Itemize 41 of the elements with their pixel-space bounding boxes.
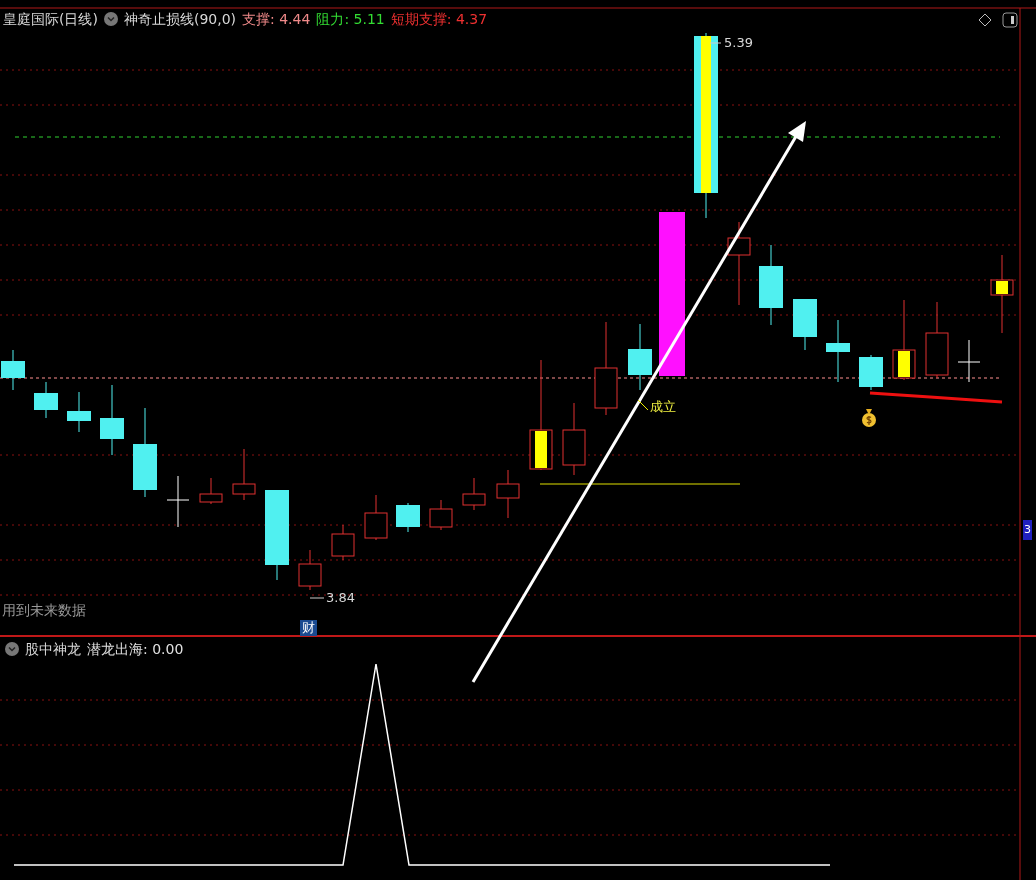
candlestick [462,477,486,511]
candlestick [232,448,256,501]
candlestick [396,502,420,533]
candlestick [957,339,981,383]
candlestick [298,549,322,591]
candlestick [166,475,190,528]
collapse-icon[interactable] [103,12,118,26]
money-bag-icon [860,407,878,427]
leader-line [709,42,722,44]
price-label: 3.84 [326,590,355,606]
candlestick [859,354,883,391]
indicator-value: 潜龙出海: 0.00 [87,640,184,658]
marker-badge: 财 [300,620,317,636]
side-tag: 3 [1023,520,1032,540]
candlestick [100,384,124,456]
leader-line [309,597,325,599]
stock-name: 皇庭国际 [3,10,59,28]
panel-toggle-icon[interactable] [1002,12,1018,28]
leader-line [637,399,649,411]
candlestick [199,477,223,505]
period-label: (日线) [59,10,98,28]
candlestick [496,469,520,519]
indicator-value: 阻力: 5.11 [316,10,385,28]
candlestick [364,494,388,541]
indicator-value: 支撑: 4.44 [242,10,311,28]
price-label: 5.39 [724,35,753,51]
diamond-icon[interactable] [978,13,992,27]
candlestick [793,298,817,351]
candlestick [826,319,850,383]
panel-title: 股中神龙 [25,640,81,658]
candlestick [67,391,91,433]
candlestick [628,323,652,391]
candlestick [34,381,58,419]
candlestick [429,499,453,531]
warning-text: 用到未来数据 [2,602,86,618]
indicator-value: 短期支撑: 4.37 [390,10,488,28]
candlestick [1,349,25,391]
candlestick [331,524,355,561]
signal-label: 成立 [650,399,676,415]
indicator-name: 神奇止损线(90,0) [123,10,237,28]
collapse-icon[interactable] [5,642,19,656]
